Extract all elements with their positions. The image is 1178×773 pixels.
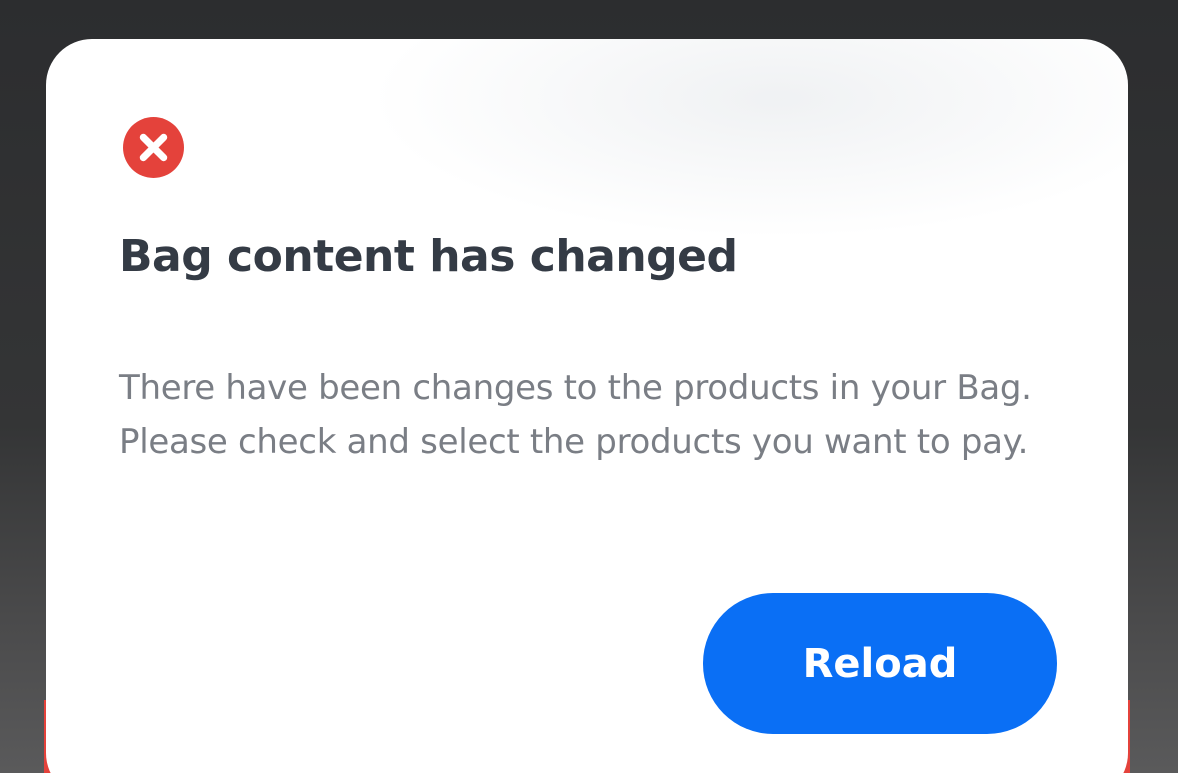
bag-changed-dialog: Bag content has changed There have been … [46,39,1128,773]
error-icon [123,117,184,178]
dialog-message: There have been changes to the products … [119,368,1032,462]
reload-button[interactable]: Reload [703,593,1057,734]
dialog-title: Bag content has changed [119,231,738,282]
